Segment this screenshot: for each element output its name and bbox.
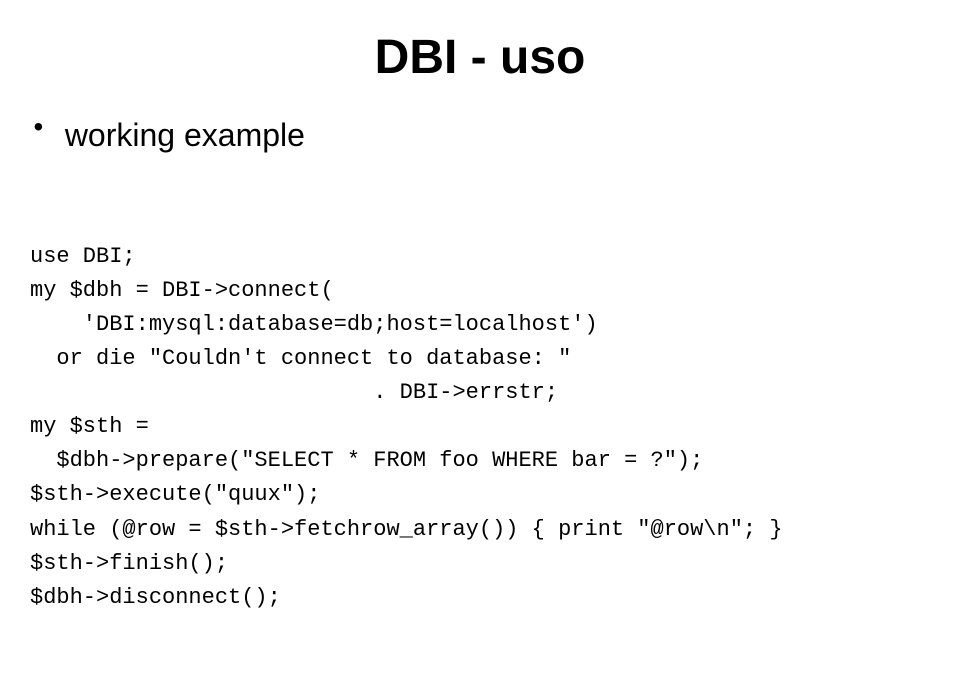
code-line: $dbh->prepare("SELECT * FROM foo WHERE b… <box>30 444 930 478</box>
code-line: while (@row = $sth->fetchrow_array()) { … <box>30 513 930 547</box>
bullet-label: working example <box>65 115 305 157</box>
code-line: or die "Couldn't connect to database: " <box>30 342 930 376</box>
code-block: use DBI;my $dbh = DBI->connect( 'DBI:mys… <box>30 172 930 615</box>
code-line: my $sth = <box>30 410 930 444</box>
code-line: use DBI; <box>30 240 930 274</box>
code-line: $sth->execute("quux"); <box>30 478 930 512</box>
slide-title: DBI - uso <box>30 30 930 85</box>
bullet-section: • working example <box>30 115 930 157</box>
bullet-item: • working example <box>30 115 930 157</box>
code-line: $sth->finish(); <box>30 547 930 581</box>
code-line: . DBI->errstr; <box>30 376 930 410</box>
bullet-dot: • <box>30 113 47 147</box>
code-line: my $dbh = DBI->connect( <box>30 274 930 308</box>
code-line: 'DBI:mysql:database=db;host=localhost') <box>30 308 930 342</box>
page-container: DBI - uso • working example use DBI;my $… <box>0 0 960 682</box>
code-line: $dbh->disconnect(); <box>30 581 930 615</box>
